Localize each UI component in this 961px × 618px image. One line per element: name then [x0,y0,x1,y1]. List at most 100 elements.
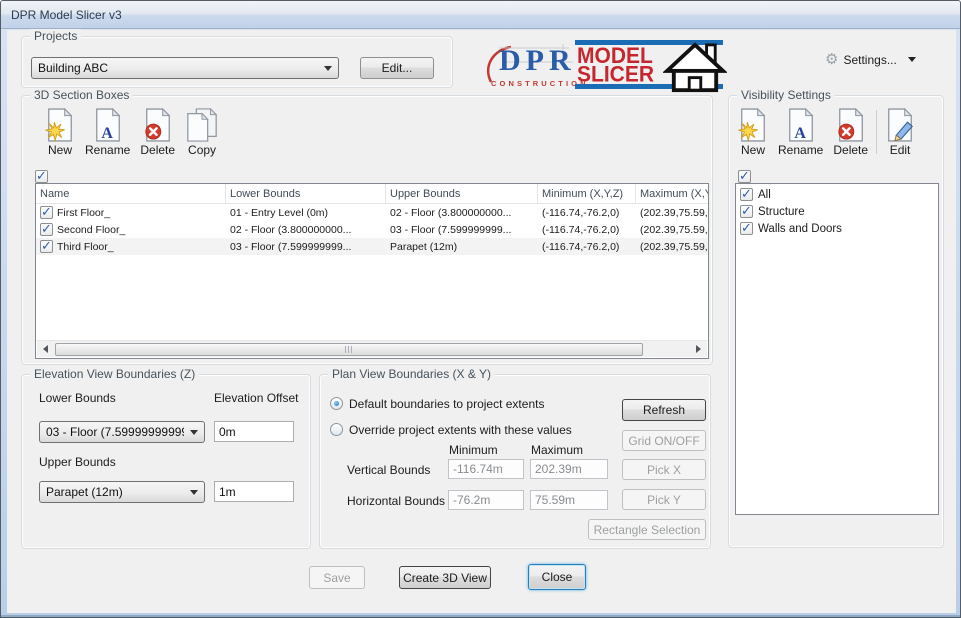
table-row[interactable]: Second Floor_ 02 - Floor (3.800000000...… [36,221,708,238]
chevron-down-icon [908,57,916,62]
edit-visibility-setting-button[interactable]: Edit [880,106,920,159]
column-header-name[interactable]: Name [36,184,226,203]
svg-text:A: A [101,125,113,142]
scroll-right-arrow[interactable] [690,341,707,358]
delete-visibility-setting-button[interactable]: Delete [828,106,873,159]
close-button[interactable]: Close [528,564,586,590]
pick-y-button[interactable]: Pick Y [622,489,706,510]
edit-document-icon [885,108,915,142]
vertical-min-input[interactable] [448,459,524,479]
scrollbar-grip [345,346,354,353]
rectangle-selection-button[interactable]: Rectangle Selection [588,519,706,540]
row-upper-bounds: Parapet (12m) [386,241,538,253]
section-box-table-header: Name Lower Bounds Upper Bounds Minimum (… [36,184,708,204]
row-minimum: (-116.74,-76.2,0) [538,241,636,253]
edit-project-button[interactable]: Edit... [360,57,434,79]
column-header-upper-bounds[interactable]: Upper Bounds [386,184,538,203]
item-checkbox[interactable] [740,205,753,218]
new-document-icon [738,108,768,142]
row-lower-bounds: 01 - Entry Level (0m) [226,207,386,219]
refresh-button[interactable]: Refresh [622,399,706,421]
horizontal-min-input[interactable] [448,490,524,510]
section-boxes-toolbar: New A Rename [40,106,224,159]
project-select-value: Building ABC [38,61,318,75]
new-visibility-setting-button[interactable]: New [733,106,773,159]
row-upper-bounds: 02 - Floor (3.800000000... [386,207,538,219]
copy-section-box-button[interactable]: Copy [180,106,224,159]
rename-section-box-button[interactable]: A Rename [80,106,135,159]
vertical-max-input[interactable] [530,459,608,479]
row-name: Second Floor_ [57,224,125,236]
row-maximum: (202.39,75.59,0) [636,224,708,236]
pick-y-button-label: Pick Y [647,493,681,507]
column-header-maximum[interactable]: Maximum (X,Y,Z) [636,184,708,203]
toolbar-separator [876,110,877,154]
delete-document-icon [143,108,173,142]
toolbar-button-label: Delete [140,143,175,157]
delete-document-icon [836,108,866,142]
window-title: DPR Model Slicer v3 [11,8,122,22]
scrollbar-thumb[interactable] [55,343,643,356]
item-checkbox[interactable] [740,222,753,235]
create-3d-view-button[interactable]: Create 3D View [399,566,491,589]
scroll-left-arrow[interactable] [37,341,54,358]
toolbar-button-label: New [741,143,765,157]
chevron-down-icon [324,66,332,71]
row-checkbox[interactable] [40,240,53,253]
row-name: Third Floor_ [57,241,114,253]
visibility-settings-group: Visibility Settings New A [728,95,944,548]
default-boundaries-radio-label[interactable]: Default boundaries to project extents [349,397,544,411]
row-lower-bounds: 02 - Floor (3.800000000... [226,224,386,236]
lower-bounds-label: Lower Bounds [39,391,116,405]
list-item[interactable]: Structure [736,203,938,220]
horizontal-scrollbar[interactable] [37,340,707,357]
pick-x-button[interactable]: Pick X [622,459,706,480]
select-all-section-boxes-checkbox[interactable] [35,170,48,183]
projects-group-label: Projects [30,29,81,43]
upper-elevation-offset-input[interactable] [214,481,294,502]
titlebar[interactable]: DPR Model Slicer v3 [1,1,960,29]
list-item[interactable]: All [736,186,938,203]
column-header-lower-bounds[interactable]: Lower Bounds [226,184,386,203]
rename-visibility-setting-button[interactable]: A Rename [773,106,828,159]
delete-section-box-button[interactable]: Delete [135,106,180,159]
item-label: Walls and Doors [758,223,842,235]
override-boundaries-radio-label[interactable]: Override project extents with these valu… [349,423,572,437]
override-boundaries-radio[interactable] [330,423,343,436]
row-lower-bounds: 03 - Floor (7.599999999... [226,241,386,253]
new-section-box-button[interactable]: New [40,106,80,159]
item-label: Structure [758,206,805,218]
model-slicer-logo: MODEL SLICER [575,40,723,94]
table-row[interactable]: Third Floor_ 03 - Floor (7.599999999... … [36,238,708,255]
default-boundaries-radio[interactable] [330,397,343,410]
row-checkbox[interactable] [40,223,53,236]
elevation-offset-label: Elevation Offset [214,391,299,405]
settings-dropdown-button[interactable]: ⚙ Settings... [825,52,916,67]
lower-elevation-offset-input[interactable] [214,421,294,442]
row-checkbox[interactable] [40,206,53,219]
project-select[interactable]: Building ABC [31,57,339,79]
toolbar-button-label: Edit [890,143,911,157]
close-button-label: Close [542,570,573,584]
new-document-icon [45,108,75,142]
triangle-left-icon [43,345,48,353]
slicer-word: SLICER [577,66,654,85]
row-minimum: (-116.74,-76.2,0) [538,207,636,219]
visibility-listbox[interactable]: All Structure Walls and Doors [735,183,939,515]
horizontal-max-input[interactable] [530,490,608,510]
upper-bounds-select[interactable]: Parapet (12m) [39,481,205,503]
house-icon [663,42,727,94]
list-item[interactable]: Walls and Doors [736,220,938,237]
lower-bounds-select[interactable]: 03 - Floor (7.5999999999999 [39,421,205,443]
create-3d-view-button-label: Create 3D View [403,571,487,585]
refresh-button-label: Refresh [643,403,685,417]
save-button[interactable]: Save [309,566,365,589]
select-all-visibility-checkbox[interactable] [738,170,751,183]
toolbar-button-label: Delete [833,143,868,157]
column-header-minimum[interactable]: Minimum (X,Y,Z) [538,184,636,203]
edit-project-button-label: Edit... [382,61,413,75]
section-boxes-group: 3D Section Boxes New A R [21,95,713,365]
table-row[interactable]: First Floor_ 01 - Entry Level (0m) 02 - … [36,204,708,221]
item-checkbox[interactable] [740,188,753,201]
grid-on-off-button[interactable]: Grid ON/OFF [622,430,706,451]
